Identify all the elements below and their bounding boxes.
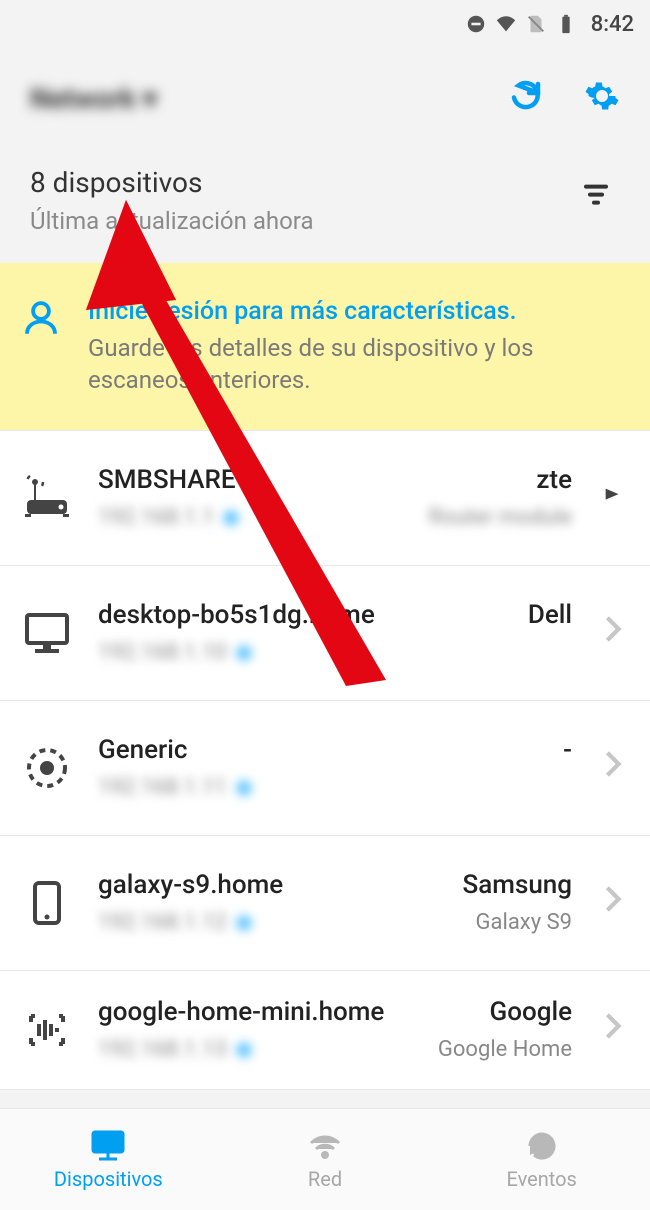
device-row[interactable]: Generic - 192.168.1.11 — [0, 700, 650, 836]
refresh-button[interactable] — [508, 78, 544, 118]
last-update: Última actualización ahora — [30, 207, 620, 235]
device-list: SMBSHARE zte 192.168.1.1 Router module d… — [0, 430, 650, 1090]
voice-icon — [20, 1006, 74, 1054]
generic-icon — [20, 744, 74, 792]
device-vendor: Samsung — [463, 870, 572, 900]
app-header: Network ▾ — [0, 48, 650, 148]
gear-icon — [584, 78, 620, 114]
device-vendor: zte — [536, 465, 572, 495]
device-row[interactable]: galaxy-s9.home Samsung 192.168.1.12 Gala… — [0, 835, 650, 971]
person-icon — [20, 297, 62, 343]
desktop-icon — [20, 609, 74, 657]
dnd-icon — [465, 13, 487, 35]
network-selector[interactable]: Network ▾ — [30, 82, 157, 115]
network-nav-icon — [305, 1129, 345, 1163]
flag-icon[interactable] — [602, 485, 624, 511]
device-name: google-home-mini.home — [98, 997, 384, 1027]
nav-network-label: Red — [308, 1167, 342, 1191]
nav-events[interactable]: Eventos — [433, 1109, 650, 1210]
settings-button[interactable] — [584, 78, 620, 118]
router-icon — [20, 474, 74, 522]
device-row[interactable]: google-home-mini.home Google 192.168.1.1… — [0, 970, 650, 1090]
device-name: galaxy-s9.home — [98, 870, 283, 900]
chevron-right-icon — [604, 885, 622, 921]
banner-title: Inicie sesión para más características. — [88, 297, 620, 326]
no-sim-icon — [525, 13, 547, 35]
devices-nav-icon — [88, 1129, 128, 1163]
device-vendor: Dell — [528, 600, 572, 630]
nav-devices[interactable]: Dispositivos — [0, 1109, 217, 1210]
battery-icon — [555, 13, 577, 35]
device-model: Router module — [429, 505, 572, 530]
device-model: Galaxy S9 — [476, 910, 572, 935]
device-name: SMBSHARE — [98, 465, 236, 495]
summary-section: 8 dispositivos Última actualización ahor… — [0, 148, 650, 263]
nav-devices-label: Dispositivos — [54, 1167, 163, 1191]
device-row[interactable]: desktop-bo5s1dg.home Dell 192.168.1.10 — [0, 565, 650, 701]
nav-network[interactable]: Red — [217, 1109, 434, 1210]
device-name: Generic — [98, 735, 187, 765]
device-count: 8 dispositivos — [30, 166, 620, 199]
device-ip: 192.168.1.10 — [98, 640, 251, 665]
device-vendor: - — [563, 735, 572, 765]
status-bar: 8:42 — [0, 0, 650, 48]
banner-subtitle: Guarde los detalles de su dispositivo y … — [88, 332, 620, 397]
nav-events-label: Eventos — [506, 1167, 576, 1191]
device-vendor: Google — [489, 997, 572, 1027]
device-ip: 192.168.1.13 — [98, 1037, 251, 1062]
filter-button[interactable] — [580, 178, 612, 214]
chevron-right-icon — [604, 1012, 622, 1048]
chevron-right-icon — [604, 615, 622, 651]
filter-icon — [580, 178, 612, 210]
events-nav-icon — [522, 1129, 562, 1163]
device-ip: 192.168.1.12 — [98, 910, 251, 935]
phone-icon — [20, 879, 74, 927]
chevron-right-icon — [604, 750, 622, 786]
device-row[interactable]: SMBSHARE zte 192.168.1.1 Router module — [0, 430, 650, 566]
device-ip: 192.168.1.1 — [98, 505, 238, 530]
wifi-icon — [495, 13, 517, 35]
login-banner[interactable]: Inicie sesión para más características. … — [0, 263, 650, 431]
device-name: desktop-bo5s1dg.home — [98, 600, 375, 630]
device-model: Google Home — [438, 1037, 572, 1062]
status-time: 8:42 — [591, 12, 634, 37]
device-ip: 192.168.1.11 — [98, 775, 251, 800]
bottom-nav: Dispositivos Red Eventos — [0, 1108, 650, 1210]
